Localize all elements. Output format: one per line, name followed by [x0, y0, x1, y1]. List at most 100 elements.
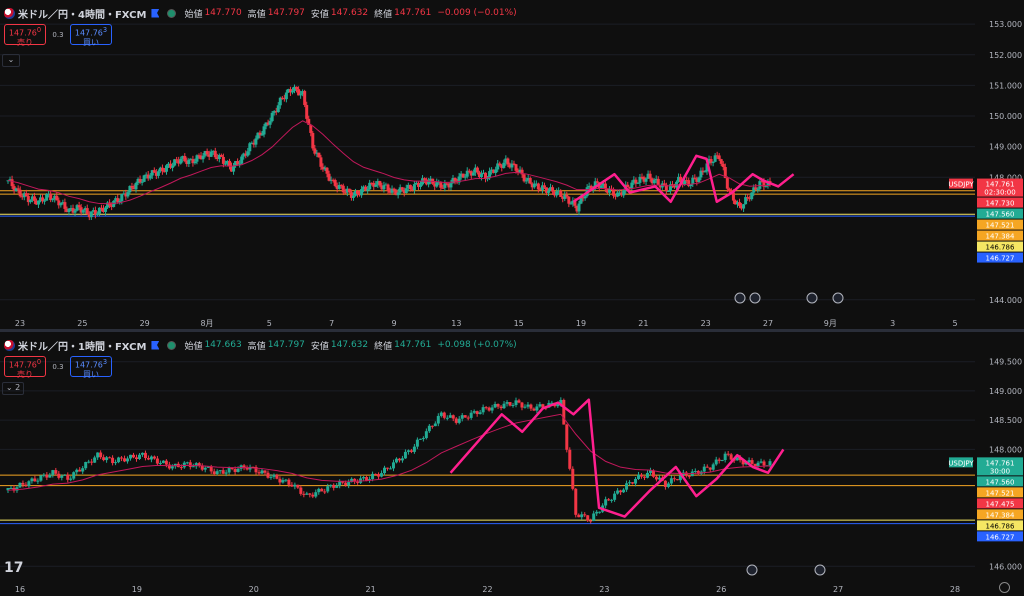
market-status-icon[interactable] — [167, 340, 177, 350]
candle-body — [663, 480, 667, 487]
candle-body — [502, 162, 506, 168]
candle-body — [708, 467, 712, 470]
candle-body — [305, 105, 309, 119]
candle-body — [338, 481, 342, 486]
trade-panel: 147.760 売り 0.3 147.763 買い — [4, 24, 112, 47]
candle-body — [45, 474, 49, 478]
candle-body — [85, 208, 89, 214]
spread-value: 0.3 — [52, 30, 64, 39]
candle-body — [517, 400, 521, 403]
close-label: 終値 — [374, 9, 393, 20]
candle-body — [762, 461, 766, 466]
countdown-label: 30:00 — [990, 467, 1010, 475]
x-tick-label: 23 — [701, 319, 711, 328]
candle-body — [95, 213, 99, 215]
open-label: 始値 — [184, 341, 203, 352]
candle-body — [171, 165, 175, 168]
sell-button[interactable]: 147.760 売り — [4, 24, 46, 47]
candle-body — [317, 488, 321, 493]
candle-body — [120, 193, 124, 202]
candle-body — [386, 184, 390, 191]
buy-button[interactable]: 147.763 買い — [70, 356, 112, 379]
candle-body — [49, 193, 53, 201]
collapse-indicators-button[interactable]: ⌄ 2 — [2, 382, 24, 395]
market-status-icon[interactable] — [167, 8, 177, 18]
candle-body — [400, 187, 404, 190]
candle-body — [493, 403, 497, 408]
change-value: +0.098 (+0.07%) — [437, 340, 517, 350]
candle-body — [276, 105, 280, 113]
symbol-title[interactable]: 米ドル／円・4時間・FXCM — [18, 6, 146, 21]
high-value: 147.797 — [267, 340, 305, 350]
candle-body — [51, 470, 55, 475]
candle-body — [320, 488, 324, 492]
candle-body — [634, 479, 638, 484]
candle-body — [309, 124, 313, 133]
y-tick-label: 152.000 — [989, 51, 1022, 60]
settings-gear-icon[interactable] — [999, 582, 1010, 593]
price-level-label: 147.384 — [986, 233, 1015, 241]
chart-pane-4h[interactable]: 153.000 152.000 151.000 150.000 149.000 148.0… — [0, 0, 1024, 330]
economic-event-icon — [734, 292, 746, 304]
open-value: 147.770 — [204, 8, 242, 18]
candle-body — [90, 461, 94, 463]
price-level-label: 147.730 — [986, 200, 1015, 208]
candle-body — [323, 491, 327, 493]
candle-body — [123, 458, 127, 462]
candle-body — [672, 478, 676, 480]
candle-body — [404, 188, 408, 194]
candle-body — [102, 457, 106, 461]
candle-body — [164, 460, 168, 465]
candle-body — [21, 482, 25, 485]
candle-body — [514, 164, 518, 171]
candle-body — [24, 484, 28, 486]
candle-body — [201, 155, 205, 160]
sell-price-sup: 0 — [36, 26, 42, 34]
legend-header: 米ドル／円・4時間・FXCM 始値 147.770 高値 147.797 安値 147… — [4, 5, 523, 21]
sell-label: 売り — [17, 369, 33, 379]
tradingview-logo-icon[interactable]: 17 — [4, 560, 23, 576]
candle-body — [218, 470, 222, 472]
x-tick-label: 13 — [451, 319, 461, 328]
candle-body — [78, 469, 82, 472]
buy-label: 買い — [83, 37, 99, 47]
candle-body — [705, 466, 709, 468]
candle-body — [382, 185, 386, 190]
candle-body — [451, 415, 455, 419]
price-level-label: 147.560 — [986, 478, 1015, 486]
candle-body — [75, 469, 79, 473]
candle-body — [630, 182, 634, 189]
candle-body — [341, 185, 345, 193]
candle-body — [152, 456, 156, 459]
price-level-label: 147.761 — [986, 181, 1015, 189]
symbol-title[interactable]: 米ドル／円・1時間・FXCM — [18, 338, 146, 353]
candle-body — [377, 474, 381, 477]
x-tick-label: 22 — [482, 585, 492, 594]
candle-body — [308, 493, 312, 495]
candle-body — [631, 482, 635, 484]
sell-button[interactable]: 147.760 売り — [4, 356, 46, 379]
candle-body — [463, 415, 467, 418]
chart-canvas-4h[interactable]: 153.000152.000151.000150.000149.000148.0… — [0, 0, 1024, 330]
candle-body — [77, 205, 81, 208]
collapse-indicators-button[interactable]: ⌄ — [2, 54, 20, 67]
candle-body — [104, 207, 108, 212]
candle-body — [427, 181, 431, 185]
candle-body — [433, 423, 437, 427]
chart-pane-1h[interactable]: 149.500 149.000 148.500 148.000 146.000 16 19 2… — [0, 332, 1024, 596]
candle-body — [565, 424, 569, 450]
buy-button[interactable]: 147.763 買い — [70, 24, 112, 47]
candle-body — [569, 203, 573, 205]
candle-body — [179, 158, 183, 164]
candle-body — [502, 403, 506, 409]
candle-body — [263, 470, 267, 473]
candle-body — [396, 192, 400, 196]
candle-body — [96, 452, 100, 458]
candle-body — [296, 484, 300, 488]
candle-body — [325, 167, 329, 174]
candle-body — [719, 159, 723, 164]
chart-canvas-1h[interactable]: 149.500 149.000 148.500 148.000 146.000 16 19 2… — [0, 332, 1024, 596]
candle-body — [209, 151, 213, 157]
candle-body — [725, 178, 729, 189]
candle-body — [622, 489, 626, 493]
